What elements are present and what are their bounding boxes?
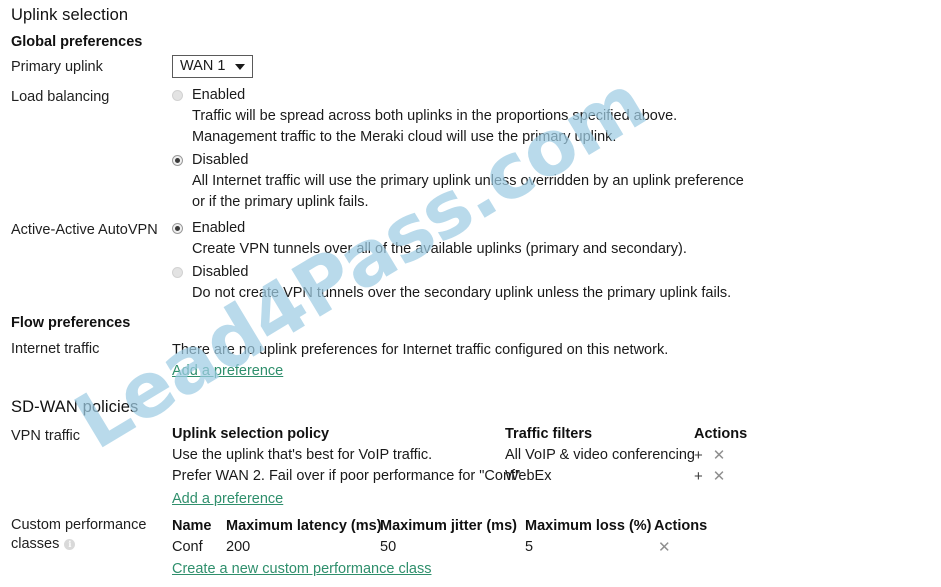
load-balancing-disabled-desc-line-2: or if the primary uplink fails.: [192, 194, 369, 210]
column-header-actions: Actions: [654, 518, 708, 534]
internet-traffic-label: Internet traffic: [11, 341, 100, 357]
vpn-traffic-table: Uplink selection policy Traffic filters …: [172, 424, 747, 507]
table-row: Conf 200 50 5 ✕: [172, 537, 707, 558]
vpn-traffic-add-preference-wrap: Add a preference: [172, 491, 747, 507]
autovpn-option-enabled[interactable]: Enabled: [172, 218, 731, 239]
max-jitter-cell: 50: [380, 539, 397, 555]
chevron-down-icon: [235, 64, 246, 70]
column-header-traffic-filters: Traffic filters: [505, 426, 593, 442]
load-balancing-option-enabled[interactable]: Enabled: [172, 85, 744, 106]
add-a-preference-link[interactable]: Add a preference: [172, 363, 283, 379]
name-cell: Conf: [172, 539, 203, 555]
load-balancing-option-disabled[interactable]: Disabled: [172, 150, 744, 171]
load-balancing-label: Load balancing: [11, 89, 110, 105]
create-performance-class-wrap: Create a new custom performance class: [172, 561, 707, 577]
column-header-max-latency: Maximum latency (ms): [226, 518, 382, 534]
primary-uplink-select[interactable]: WAN 1: [172, 55, 254, 78]
primary-uplink-value: WAN 1: [180, 58, 226, 74]
close-icon[interactable]: ✕: [713, 466, 726, 487]
traffic-filter-cell: All VoIP & video conferencing: [505, 447, 695, 463]
sdwan-policies-heading: SD-WAN policies: [11, 398, 139, 416]
radio-button-enabled[interactable]: [172, 223, 183, 234]
close-icon[interactable]: ✕: [713, 445, 726, 466]
policy-cell: Use the uplink that's best for VoIP traf…: [172, 447, 433, 463]
custom-performance-classes-table: Name Maximum latency (ms) Maximum jitter…: [172, 516, 707, 577]
flow-preferences-heading: Flow preferences: [11, 315, 131, 331]
load-balancing-disabled-label: Disabled: [192, 152, 249, 168]
autovpn-enabled-desc: Create VPN tunnels over all of the avail…: [192, 241, 687, 257]
plus-icon[interactable]: +: [694, 445, 703, 466]
column-header-max-loss: Maximum loss (%): [525, 518, 652, 534]
radio-button-enabled[interactable]: [172, 90, 183, 101]
create-new-custom-performance-class-link[interactable]: Create a new custom performance class: [172, 561, 432, 577]
table-row: Use the uplink that's best for VoIP traf…: [172, 445, 747, 466]
add-a-preference-link[interactable]: Add a preference: [172, 491, 283, 507]
close-icon[interactable]: ✕: [658, 537, 671, 558]
autovpn-disabled-desc: Do not create VPN tunnels over the secon…: [192, 285, 732, 301]
label-line-2-text: classes: [11, 536, 60, 552]
column-header-actions: Actions: [694, 426, 748, 442]
content-layer: Uplink selection Global preferences Prim…: [0, 0, 941, 587]
radio-button-disabled[interactable]: [172, 267, 183, 278]
load-balancing-enabled-desc-line-2: Management traffic to the Meraki cloud w…: [192, 129, 617, 145]
radio-button-disabled[interactable]: [172, 155, 183, 166]
custom-performance-classes-label: Custom performance classes i: [11, 516, 171, 554]
table-header-row: Uplink selection policy Traffic filters …: [172, 424, 747, 445]
primary-uplink-label: Primary uplink: [11, 59, 103, 75]
autovpn-disabled-label: Disabled: [192, 264, 249, 280]
max-loss-cell: 5: [525, 539, 534, 555]
table-header-row: Name Maximum latency (ms) Maximum jitter…: [172, 516, 707, 537]
load-balancing-disabled-desc-line-1: All Internet traffic will use the primar…: [192, 173, 744, 189]
load-balancing-enabled-label: Enabled: [192, 87, 246, 103]
active-active-autovpn-radio-group: Enabled Create VPN tunnels over all of t…: [172, 218, 731, 304]
custom-performance-classes-label-line-2: classes i: [11, 535, 171, 554]
column-header-uplink-selection-policy: Uplink selection policy: [172, 426, 330, 442]
load-balancing-enabled-desc-line-1: Traffic will be spread across both uplin…: [192, 108, 678, 124]
page-title: Uplink selection: [11, 6, 129, 24]
uplink-selection-page: Uplink selection Global preferences Prim…: [0, 0, 941, 587]
internet-traffic-message: There are no uplink preferences for Inte…: [172, 342, 669, 358]
policy-cell: Prefer WAN 2. Fail over if poor performa…: [172, 468, 521, 484]
internet-traffic-add-preference-wrap: Add a preference: [172, 361, 283, 382]
info-icon[interactable]: i: [64, 539, 76, 550]
global-preferences-heading: Global preferences: [11, 34, 143, 50]
active-active-autovpn-label: Active-Active AutoVPN: [11, 222, 158, 238]
load-balancing-radio-group: Enabled Traffic will be spread across bo…: [172, 85, 744, 213]
vpn-traffic-label: VPN traffic: [11, 428, 81, 444]
column-header-name: Name: [172, 518, 212, 534]
table-row: Prefer WAN 2. Fail over if poor performa…: [172, 466, 747, 487]
custom-performance-classes-label-line-1: Custom performance: [11, 517, 147, 533]
plus-icon[interactable]: +: [694, 466, 703, 487]
max-latency-cell: 200: [226, 539, 251, 555]
traffic-filter-cell: WebEx: [505, 468, 552, 484]
autovpn-enabled-label: Enabled: [192, 220, 246, 236]
autovpn-option-disabled[interactable]: Disabled: [172, 262, 731, 283]
column-header-max-jitter: Maximum jitter (ms): [380, 518, 517, 534]
